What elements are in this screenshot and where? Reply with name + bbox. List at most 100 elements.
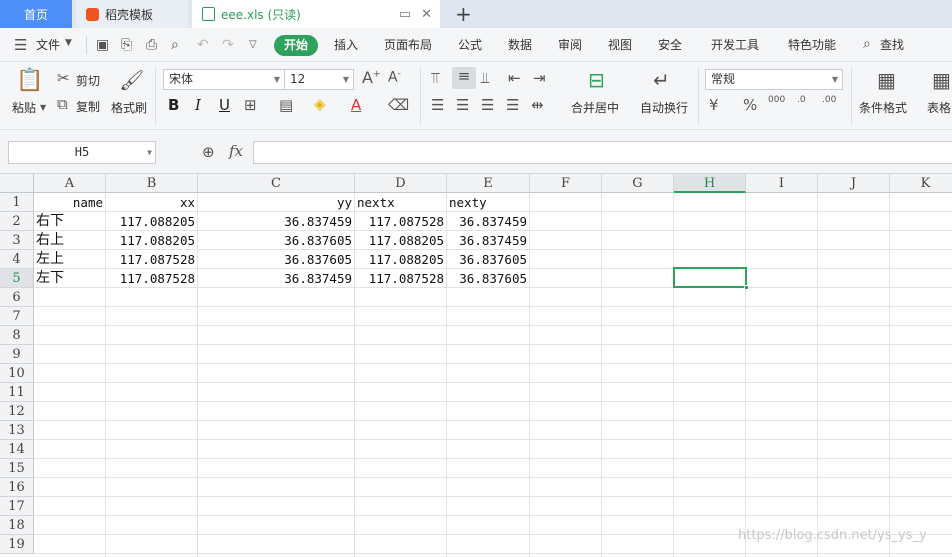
borders-icon[interactable]: ⊞ [244,96,257,114]
font-color-icon[interactable]: A [351,96,361,114]
row-header-12[interactable]: 12 [0,402,34,421]
underline-button[interactable]: U [219,96,230,114]
increase-font-size-button[interactable]: A+ [362,68,381,87]
increase-decimal-icon[interactable]: .0 [797,95,806,105]
column-header-h[interactable]: H [674,174,746,193]
select-all-corner[interactable] [0,174,34,193]
hamburger-menu-icon[interactable]: ☰ [14,36,27,54]
undo-icon[interactable]: ↶ [197,37,209,53]
format-painter-button[interactable]: 格式刷 [111,99,147,116]
merge-center-icon[interactable]: ⊟ [588,68,605,92]
cell-b5[interactable]: 117.087528 [106,269,197,288]
cell-e5[interactable]: 36.837605 [447,269,529,288]
row-header-15[interactable]: 15 [0,459,34,478]
cell-e1[interactable]: nexty [447,193,529,212]
row-header-5[interactable]: 5 [0,269,34,288]
align-right-icon[interactable]: ☰ [481,96,494,114]
row-header-1[interactable]: 1 [0,193,34,212]
menu-page-layout[interactable]: 页面布局 [384,36,432,53]
cell-style-icon[interactable]: ▤ [279,96,293,114]
chevron-down-icon[interactable]: ▼ [40,103,46,112]
column-header-a[interactable]: A [34,174,106,193]
row-header-9[interactable]: 9 [0,345,34,364]
row-header-19[interactable]: 19 [0,535,34,554]
menu-insert[interactable]: 插入 [334,36,358,53]
cell-d2[interactable]: 117.087528 [355,212,446,231]
active-cell-h5[interactable] [673,267,749,290]
italic-button[interactable]: I [195,96,201,114]
cell-d5[interactable]: 117.087528 [355,269,446,288]
cell-e4[interactable]: 36.837605 [447,250,529,269]
cell-e3[interactable]: 36.837459 [447,231,529,250]
font-name-select[interactable]: 宋体 ▼ [163,69,285,90]
wrap-text-icon[interactable]: ↵ [653,68,670,92]
table-style-button[interactable]: 表格 [927,99,951,116]
menu-review[interactable]: 审阅 [558,36,582,53]
formula-input[interactable] [253,141,952,164]
currency-icon[interactable]: ¥ [709,96,719,114]
cell-c3[interactable]: 36.837605 [198,231,354,250]
cell-c2[interactable]: 36.837459 [198,212,354,231]
column-header-k[interactable]: K [890,174,952,193]
column-header-d[interactable]: D [355,174,447,193]
row-header-7[interactable]: 7 [0,307,34,326]
conditional-format-icon[interactable]: ▦ [877,68,896,92]
print-icon[interactable]: ⎙ [146,37,157,53]
merge-center-button[interactable]: 合并居中 [571,99,619,116]
name-box[interactable]: H5 ▼ [8,141,156,164]
column-header-g[interactable]: G [602,174,674,193]
column-header-i[interactable]: I [746,174,818,193]
row-header-18[interactable]: 18 [0,516,34,535]
export-pdf-icon[interactable]: ⎘ [121,37,132,53]
cell-a1[interactable]: name [34,193,105,212]
column-header-e[interactable]: E [447,174,530,193]
row-header-6[interactable]: 6 [0,288,34,307]
align-left-icon[interactable]: ☰ [431,96,444,114]
menu-start[interactable]: 开始 [274,35,318,56]
spreadsheet-grid[interactable]: A B C D E F G H I J K 1 2 3 4 5 6 7 8 9 … [0,174,952,557]
insert-function-button[interactable]: fx [229,142,243,160]
save-icon[interactable]: ▣ [96,37,109,53]
thousands-separator-icon[interactable]: 000 [768,95,785,105]
pin-tab-icon[interactable]: ▭ [399,7,411,22]
decrease-font-size-button[interactable]: A- [388,69,401,86]
menu-formulas[interactable]: 公式 [458,36,482,53]
row-header-8[interactable]: 8 [0,326,34,345]
row-header-17[interactable]: 17 [0,497,34,516]
column-header-b[interactable]: B [106,174,198,193]
menu-data[interactable]: 数据 [508,36,532,53]
cell-a5[interactable]: 左下 [34,269,105,288]
column-header-f[interactable]: F [530,174,602,193]
row-header-11[interactable]: 11 [0,383,34,402]
row-header-16[interactable]: 16 [0,478,34,497]
increase-indent-icon[interactable]: ⇥ [533,69,546,87]
wrap-text-button[interactable]: 自动换行 [640,99,688,116]
new-tab-button[interactable]: + [455,2,472,26]
decrease-indent-icon[interactable]: ⇤ [508,69,521,87]
scissors-icon[interactable]: ✂ [57,69,70,87]
align-top-icon[interactable]: ⫪ [431,69,439,87]
tab-current-file[interactable]: eee.xls (只读) ▭ ✕ [192,0,440,28]
copy-button[interactable]: 复制 [76,98,100,115]
justify-icon[interactable]: ☰ [506,96,519,114]
menu-file[interactable]: 文件 [36,36,60,53]
row-header-10[interactable]: 10 [0,364,34,383]
distributed-align-icon[interactable]: ⇹ [531,96,544,114]
format-painter-icon[interactable]: 🖌 [119,68,144,92]
cell-e2[interactable]: 36.837459 [447,212,529,231]
align-middle-icon[interactable]: ≡ [452,67,476,89]
cell-a3[interactable]: 右上 [34,231,105,250]
cell-d1[interactable]: nextx [355,193,446,212]
menu-developer[interactable]: 开发工具 [711,36,759,53]
copy-icon[interactable]: ⧉ [57,95,68,113]
align-center-icon[interactable]: ☰ [456,96,469,114]
conditional-format-button[interactable]: 条件格式 [859,99,907,116]
cell-b4[interactable]: 117.087528 [106,250,197,269]
print-preview-icon[interactable]: ⌕ [171,37,179,53]
cell-d3[interactable]: 117.088205 [355,231,446,250]
cell-a4[interactable]: 左上 [34,250,105,269]
menu-special-features[interactable]: 特色功能 [788,36,836,53]
redo-icon[interactable]: ↷ [222,37,234,53]
table-style-icon[interactable]: ▦ [932,68,951,92]
customize-quick-access-icon[interactable]: ▽ [249,39,257,50]
